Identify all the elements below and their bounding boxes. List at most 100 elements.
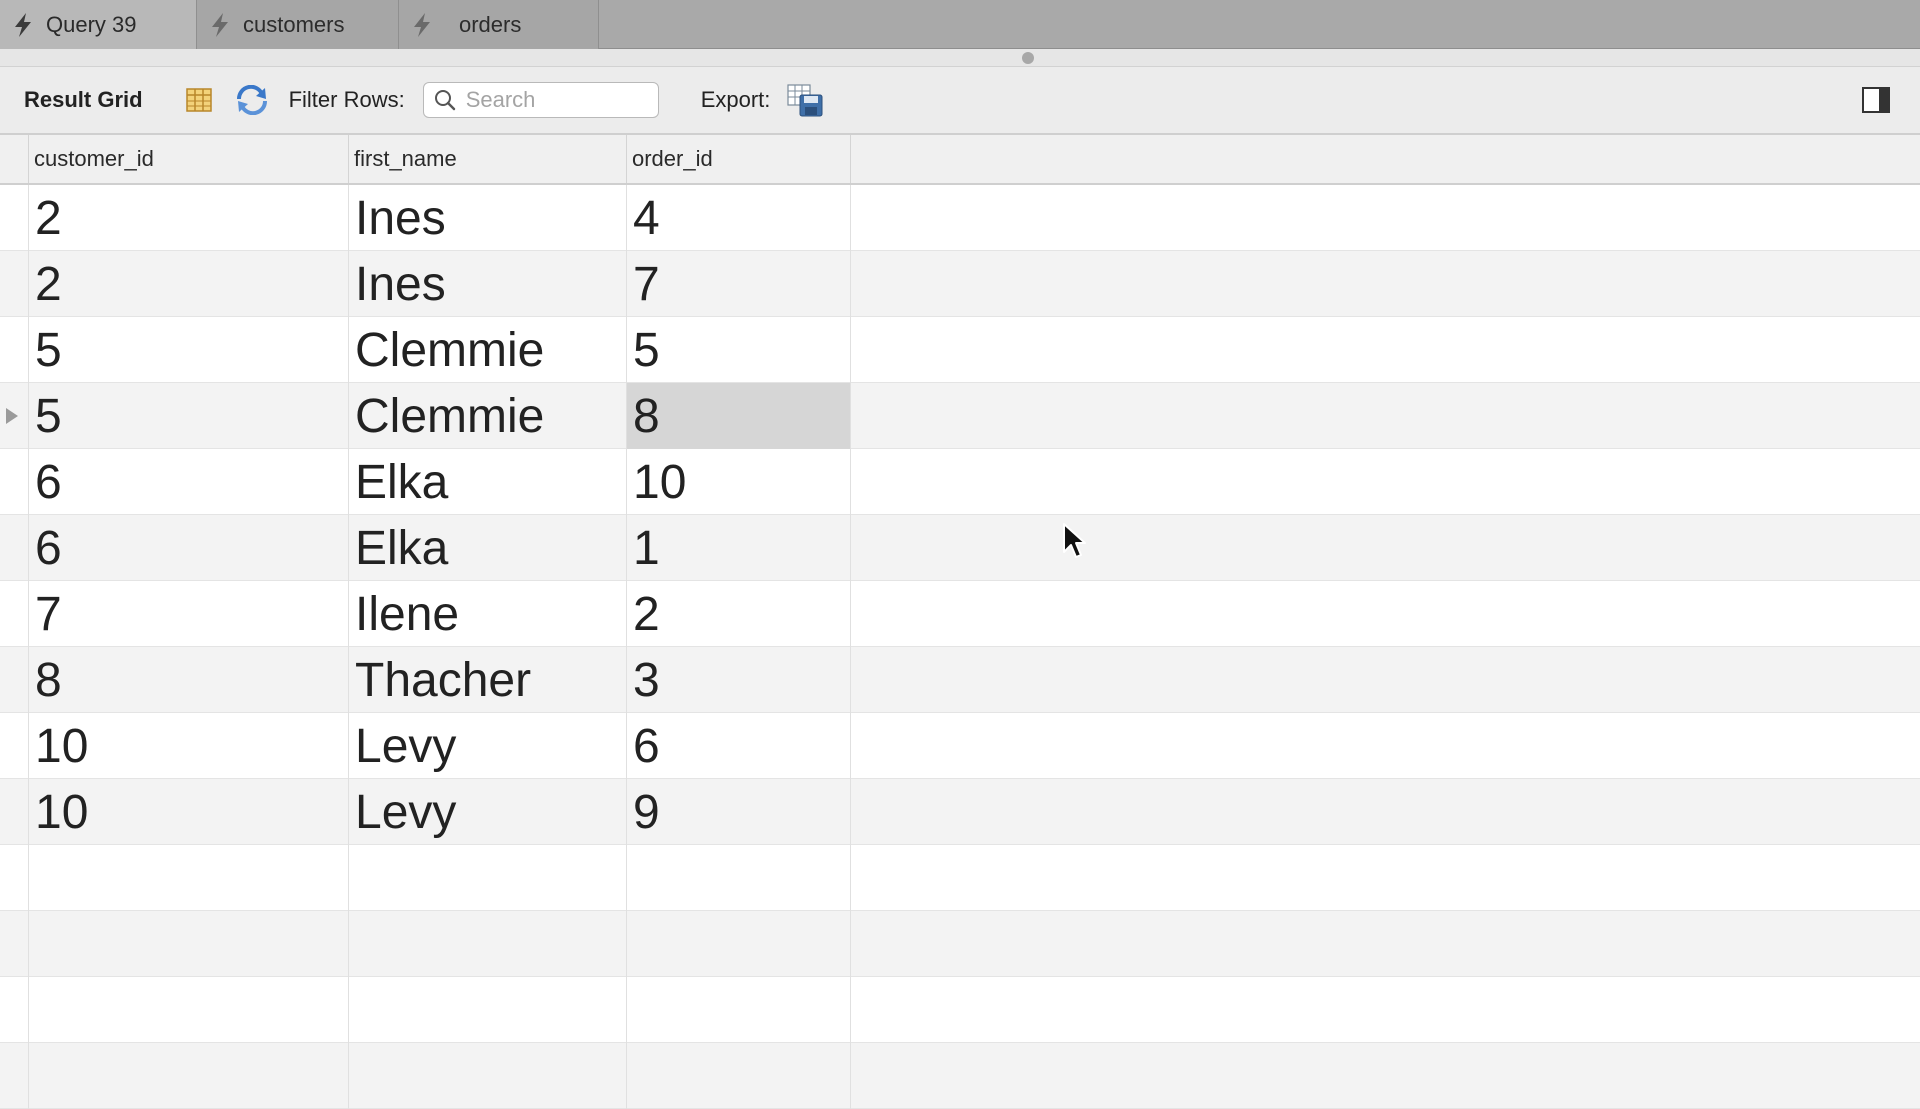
- cell-first-name[interactable]: Ines: [349, 251, 627, 317]
- filter-rows-label: Filter Rows:: [288, 87, 405, 112]
- tab-customers[interactable]: customers: [197, 0, 399, 49]
- cell-first-name[interactable]: Elka: [349, 449, 627, 515]
- table-row[interactable]: 2 Ines 4: [0, 185, 1920, 251]
- row-gutter[interactable]: [0, 1043, 29, 1109]
- table-row[interactable]: 7 Ilene 2: [0, 581, 1920, 647]
- cell-customer-id[interactable]: 10: [29, 713, 349, 779]
- cell-first-name: [349, 1043, 627, 1109]
- cell-first-name[interactable]: Levy: [349, 713, 627, 779]
- cell-first-name: [349, 977, 627, 1043]
- row-gutter[interactable]: [0, 251, 29, 317]
- row-gutter[interactable]: [0, 713, 29, 779]
- table-row[interactable]: 10 Levy 6: [0, 713, 1920, 779]
- row-gutter[interactable]: [0, 383, 29, 449]
- cell-customer-id[interactable]: 5: [29, 383, 349, 449]
- cell-customer-id[interactable]: 7: [29, 581, 349, 647]
- tab-query-39[interactable]: Query 39: [0, 0, 197, 49]
- cell-order-id[interactable]: 8: [627, 383, 851, 449]
- column-header-order-id[interactable]: order_id: [627, 135, 851, 183]
- tab-label: customers: [243, 11, 345, 37]
- row-gutter[interactable]: [0, 647, 29, 713]
- cell-customer-id[interactable]: 6: [29, 449, 349, 515]
- cell-first-name[interactable]: Levy: [349, 779, 627, 845]
- cell-order-id: [627, 1043, 851, 1109]
- cell-customer-id: [29, 911, 349, 977]
- tab-label: orders: [459, 11, 522, 37]
- export-icon[interactable]: [786, 83, 824, 117]
- cell-customer-id[interactable]: 5: [29, 317, 349, 383]
- side-panel-toggle-icon[interactable]: [1862, 87, 1890, 113]
- row-gutter[interactable]: [0, 581, 29, 647]
- result-grid[interactable]: customer_id first_name order_id 2 Ines 4 2 I…: [0, 135, 1920, 1109]
- cell-order-id[interactable]: 5: [627, 317, 851, 383]
- cell-customer-id: [29, 845, 349, 911]
- table-row[interactable]: 6 Elka 10: [0, 449, 1920, 515]
- cell-order-id[interactable]: 6: [627, 713, 851, 779]
- cell-order-id: [627, 977, 851, 1043]
- header-gutter: [0, 135, 29, 183]
- cell-order-id[interactable]: 9: [627, 779, 851, 845]
- tab-orders[interactable]: orders: [399, 0, 599, 49]
- cell-order-id[interactable]: 7: [627, 251, 851, 317]
- table-row[interactable]: 2 Ines 7: [0, 251, 1920, 317]
- cell-first-name[interactable]: Clemmie: [349, 383, 627, 449]
- filter-search-box[interactable]: [422, 82, 659, 118]
- export-label: Export:: [700, 87, 771, 112]
- panel-splitter[interactable]: [0, 49, 1920, 67]
- column-layout-icon[interactable]: [185, 86, 213, 114]
- cell-customer-id[interactable]: 10: [29, 779, 349, 845]
- current-row-marker-icon: [6, 408, 18, 424]
- cell-first-name[interactable]: Ilene: [349, 581, 627, 647]
- row-gutter[interactable]: [0, 845, 29, 911]
- empty-row: [0, 977, 1920, 1043]
- search-icon: [434, 90, 455, 111]
- cell-order-id[interactable]: 2: [627, 581, 851, 647]
- cell-first-name: [349, 845, 627, 911]
- table-row[interactable]: 5 Clemmie 8: [0, 383, 1920, 449]
- cell-order-id: [627, 845, 851, 911]
- cell-customer-id[interactable]: 2: [29, 185, 349, 251]
- tab-bar: Query 39 customers orders: [0, 0, 1920, 49]
- cell-customer-id: [29, 977, 349, 1043]
- result-toolbar: Result Grid Filter Rows: Export:: [0, 67, 1920, 135]
- cell-order-id[interactable]: 4: [627, 185, 851, 251]
- cell-customer-id[interactable]: 8: [29, 647, 349, 713]
- row-gutter[interactable]: [0, 779, 29, 845]
- column-header-customer-id[interactable]: customer_id: [29, 135, 349, 183]
- row-gutter[interactable]: [0, 185, 29, 251]
- column-header-first-name[interactable]: first_name: [349, 135, 627, 183]
- cell-order-id[interactable]: 10: [627, 449, 851, 515]
- cell-first-name[interactable]: Elka: [349, 515, 627, 581]
- lightning-bolt-icon: [212, 12, 228, 37]
- mouse-pointer-icon: [1063, 523, 1086, 558]
- cell-customer-id[interactable]: 6: [29, 515, 349, 581]
- tab-label: Query 39: [46, 11, 137, 37]
- cell-order-id[interactable]: 1: [627, 515, 851, 581]
- table-row[interactable]: 10 Levy 9: [0, 779, 1920, 845]
- empty-row: [0, 911, 1920, 977]
- row-gutter[interactable]: [0, 911, 29, 977]
- row-gutter[interactable]: [0, 515, 29, 581]
- table-row[interactable]: 8 Thacher 3: [0, 647, 1920, 713]
- row-gutter[interactable]: [0, 317, 29, 383]
- lightning-bolt-icon: [15, 12, 31, 37]
- table-row[interactable]: 6 Elka 1: [0, 515, 1920, 581]
- row-gutter[interactable]: [0, 977, 29, 1043]
- cell-customer-id[interactable]: 2: [29, 251, 349, 317]
- cell-first-name[interactable]: Clemmie: [349, 317, 627, 383]
- table-row[interactable]: 5 Clemmie 5: [0, 317, 1920, 383]
- grid-header: customer_id first_name order_id: [0, 135, 1920, 185]
- result-grid-title: Result Grid: [24, 87, 143, 112]
- empty-row: [0, 1043, 1920, 1109]
- cell-order-id: [627, 911, 851, 977]
- cell-order-id[interactable]: 3: [627, 647, 851, 713]
- cell-first-name[interactable]: Thacher: [349, 647, 627, 713]
- splitter-handle[interactable]: [1022, 52, 1034, 64]
- filter-search-input[interactable]: [463, 86, 644, 114]
- empty-row: [0, 845, 1920, 911]
- cell-first-name[interactable]: Ines: [349, 185, 627, 251]
- row-gutter[interactable]: [0, 449, 29, 515]
- cell-customer-id: [29, 1043, 349, 1109]
- lightning-bolt-icon: [414, 12, 430, 37]
- refresh-icon[interactable]: [235, 85, 269, 115]
